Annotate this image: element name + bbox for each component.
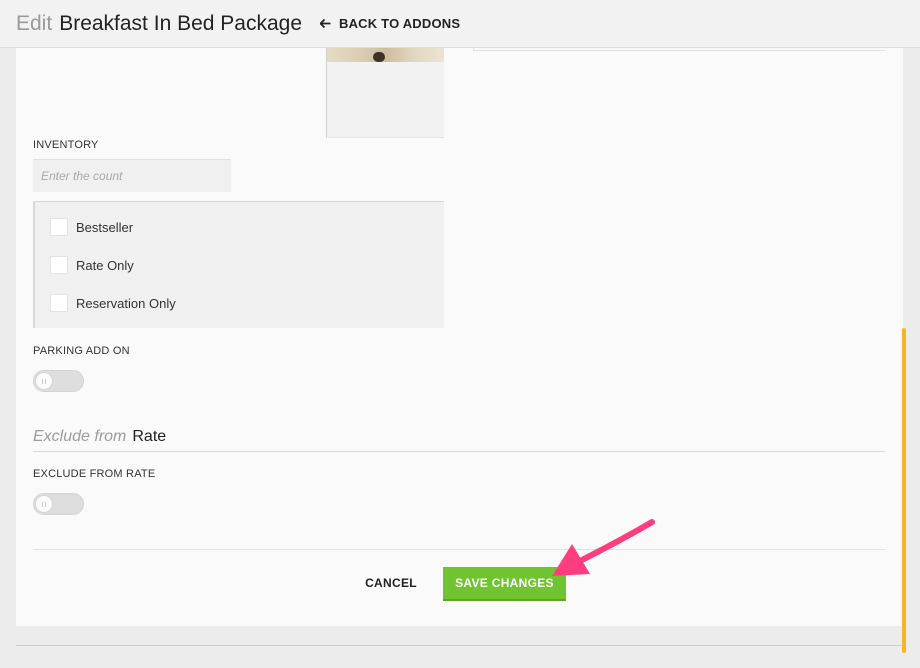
checkbox-label: Bestseller: [76, 219, 134, 235]
save-changes-button[interactable]: SAVE CHANGES: [443, 567, 566, 601]
exclude-section-heading: Exclude from Rate: [33, 428, 166, 446]
heading-strong-text: Rate: [132, 428, 167, 445]
title-prefix: Edit: [16, 11, 53, 35]
exclude-from-rate-label: EXCLUDE FROM RATE: [33, 468, 156, 480]
reservation-only-checkbox[interactable]: Reservation Only: [50, 294, 176, 312]
page-header: Edit Breakfast In Bed Package BACK TO AD…: [0, 0, 920, 48]
edit-form-card: INVENTORY Bestseller Rate Only Reservati…: [16, 48, 903, 626]
checkbox-label: Reservation Only: [76, 295, 176, 311]
back-to-addons-link[interactable]: BACK TO ADDONS: [320, 16, 460, 31]
bestseller-checkbox[interactable]: Bestseller: [50, 218, 133, 236]
addon-image-detail: [373, 52, 385, 62]
cancel-button[interactable]: CANCEL: [356, 570, 426, 596]
toggle-knob: [35, 495, 53, 513]
section-divider: [33, 451, 885, 452]
inventory-input[interactable]: [33, 159, 231, 192]
checkbox-box[interactable]: [50, 218, 68, 236]
page-bottom-divider: [16, 645, 903, 646]
heading-muted-text: Exclude from: [33, 428, 127, 445]
parking-add-on-toggle[interactable]: [33, 370, 84, 392]
addon-image-preview[interactable]: [326, 48, 444, 138]
checkbox-box[interactable]: [50, 294, 68, 312]
back-link-label: BACK TO ADDONS: [339, 16, 461, 31]
toggle-knob: [35, 372, 53, 390]
addon-image: [327, 48, 444, 62]
footer-divider: [33, 549, 885, 550]
parking-add-on-label: PARKING ADD ON: [33, 345, 130, 357]
addon-flags-group: Bestseller Rate Only Reservation Only: [33, 201, 444, 328]
rate-only-checkbox[interactable]: Rate Only: [50, 256, 134, 274]
scrollbar-thumb[interactable]: [902, 328, 906, 653]
right-column-field: [473, 48, 885, 51]
exclude-from-rate-toggle[interactable]: [33, 493, 84, 515]
page-title: Breakfast In Bed Package: [59, 11, 302, 35]
inventory-label: INVENTORY: [33, 139, 99, 151]
arrow-left-icon: [320, 19, 331, 28]
checkbox-box[interactable]: [50, 256, 68, 274]
checkbox-label: Rate Only: [76, 257, 134, 273]
